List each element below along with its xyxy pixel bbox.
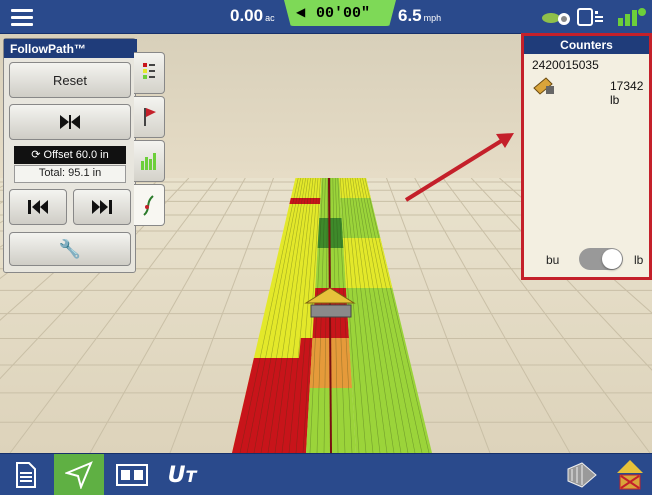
unit-toggle[interactable]	[579, 248, 623, 270]
area-value: 0.00	[230, 6, 264, 25]
tab-followpath[interactable]	[134, 184, 165, 226]
field-boundary-icon	[567, 462, 597, 488]
tractor-status-icon[interactable]	[540, 6, 574, 28]
total-display: Total: 95.1 in	[14, 165, 126, 183]
offset-display: ⟳ Offset 60.0 in	[14, 146, 126, 164]
navigation-icon	[65, 461, 93, 489]
followpath-panel: FollowPath™ Reset ⟳ Offset 60.0 in Total…	[3, 38, 137, 273]
warning-icon	[617, 460, 643, 490]
skip-forward-icon	[92, 200, 112, 214]
harvester-icon	[533, 77, 554, 95]
path-icon	[143, 195, 154, 216]
vehicle-icon	[304, 287, 356, 318]
tab-yield-chart[interactable]	[134, 140, 165, 182]
ut-icon: UT	[167, 462, 197, 488]
document-button[interactable]	[0, 454, 52, 495]
shift-left-button[interactable]	[9, 189, 67, 225]
top-status-bar: 0.00 ac ◀ 00'00" 6.5 mph	[0, 0, 652, 34]
speed-value: 6.5	[398, 6, 422, 25]
warning-button[interactable]	[608, 454, 652, 495]
document-icon	[16, 462, 36, 488]
offset-text: Offset 60.0 in	[43, 149, 109, 161]
shift-right-button[interactable]	[73, 189, 131, 225]
ut-button[interactable]: UT	[160, 454, 204, 495]
display-status-icon[interactable]	[576, 7, 608, 27]
refresh-icon: ⟳	[31, 149, 44, 161]
reset-button[interactable]: Reset	[9, 62, 131, 98]
left-arrow-icon: ◀	[296, 5, 306, 19]
toggle-knob	[602, 249, 622, 269]
bar-chart-icon	[141, 153, 156, 170]
swap-direction-button[interactable]	[9, 104, 131, 140]
tab-legend[interactable]	[134, 52, 165, 94]
reset-label: Reset	[53, 72, 87, 88]
speed-readout: 6.5 mph	[398, 6, 441, 26]
followpath-title: FollowPath™	[4, 39, 137, 58]
skip-back-icon	[28, 200, 48, 214]
navigation-button[interactable]	[54, 454, 104, 495]
counters-title: Counters	[524, 36, 649, 54]
menu-icon[interactable]	[0, 0, 44, 34]
side-tab-strip	[134, 52, 167, 228]
settings-button[interactable]: 🔧	[9, 232, 131, 266]
split-view-icon	[116, 464, 148, 486]
speed-unit: mph	[423, 13, 442, 23]
unit-lb-label: lb	[634, 253, 644, 267]
unit-bu-label: bu	[546, 253, 560, 267]
field-boundary-button[interactable]	[560, 454, 604, 495]
counter-id: 2420015035	[532, 58, 599, 72]
total-text: Total: 95.1 in	[38, 167, 102, 179]
time-value: 00'00"	[316, 5, 371, 22]
legend-icon	[143, 63, 155, 79]
annotation-arrow	[404, 133, 514, 202]
bottom-nav-bar: UT	[0, 453, 652, 495]
time-badge[interactable]: ◀ 00'00"	[284, 0, 396, 26]
status-icons	[540, 6, 650, 28]
gps-status-icon[interactable]	[616, 6, 648, 28]
counters-panel: Counters 2420015035 17342 lb bu lb	[521, 33, 652, 280]
display-screen: 0.00 ac ◀ 00'00" 6.5 mph FollowPath™ Res…	[0, 0, 652, 495]
tab-flags[interactable]	[134, 96, 165, 138]
split-view-button[interactable]	[108, 454, 156, 495]
area-readout: 0.00 ac	[230, 6, 275, 26]
wrench-icon: 🔧	[58, 238, 82, 259]
counter-value: 17342 lb	[610, 79, 644, 107]
swap-direction-icon	[60, 115, 80, 129]
flag-icon	[144, 108, 156, 126]
area-unit: ac	[265, 13, 275, 23]
